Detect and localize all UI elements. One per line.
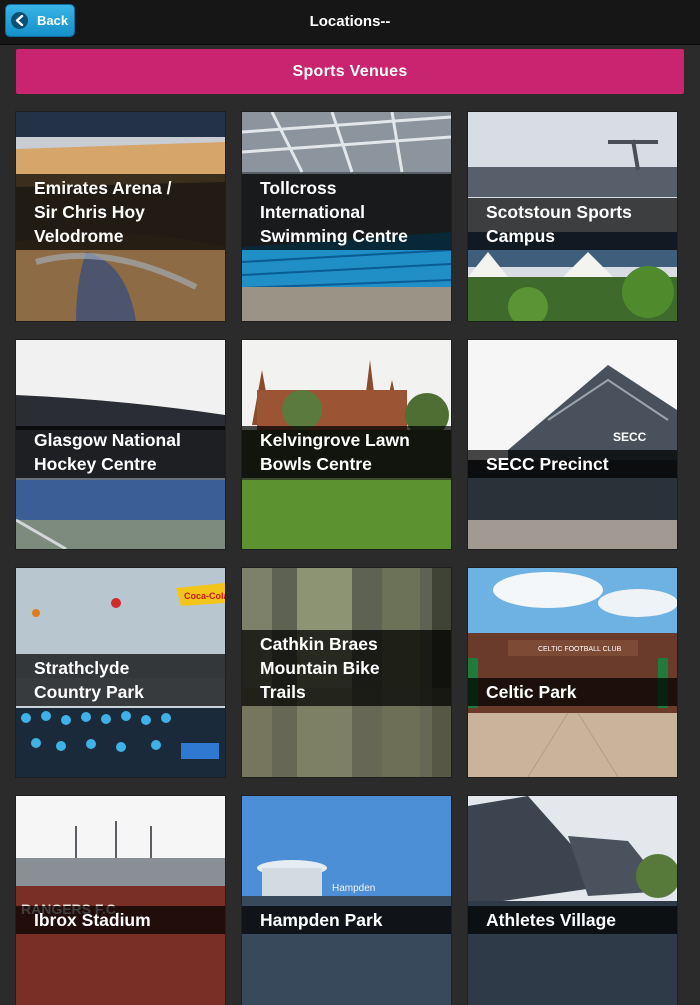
ibrox-photo: RANGERS F.C. — [16, 796, 225, 1005]
venue-tile-hampden[interactable]: Hampden Hampden Park — [242, 796, 451, 1005]
venue-label: Emirates Arena / Sir Chris Hoy Velodrome — [16, 174, 225, 250]
venue-label: Celtic Park — [468, 678, 677, 706]
hampden-photo: Hampden — [242, 796, 451, 1005]
svg-text:Hampden: Hampden — [332, 883, 375, 894]
venue-label: Cathkin Braes Mountain Bike Trails — [242, 630, 451, 706]
svg-text:Coca-Cola: Coca-Cola — [184, 591, 225, 601]
venue-tile-emirates-arena[interactable]: Emirates Arena / Sir Chris Hoy Velodrome — [16, 112, 225, 321]
section-header-sports-venues: Sports Venues — [16, 49, 684, 94]
venue-tile-strathclyde[interactable]: Coca-Cola Strathclyde Country Park — [16, 568, 225, 777]
athletes-village-photo — [468, 796, 677, 1005]
venue-tile-cathkin-braes[interactable]: Cathkin Braes Mountain Bike Trails — [242, 568, 451, 777]
svg-text:SECC: SECC — [613, 430, 647, 444]
venue-label: Glasgow National Hockey Centre — [16, 426, 225, 478]
venue-label: SECC Precinct — [468, 450, 677, 478]
celtic-park-photo: CELTIC FOOTBALL CLUB — [468, 568, 677, 777]
svg-text:CELTIC FOOTBALL CLUB: CELTIC FOOTBALL CLUB — [538, 646, 622, 653]
venue-label: Athletes Village — [468, 906, 677, 934]
venue-tile-ibrox[interactable]: RANGERS F.C. Ibrox Stadium — [16, 796, 225, 1005]
venue-tile-athletes-village[interactable]: Athletes Village — [468, 796, 677, 1005]
venue-tile-tollcross[interactable]: Tollcross International Swimming Centre — [242, 112, 451, 321]
venue-label: Ibrox Stadium — [16, 906, 225, 934]
venue-label: Kelvingrove Lawn Bowls Centre — [242, 426, 451, 478]
venue-tile-secc[interactable]: SECC SECC Precinct — [468, 340, 677, 549]
navigation-bar: Back Locations-- — [0, 0, 700, 45]
venue-tile-hockey-centre[interactable]: Glasgow National Hockey Centre — [16, 340, 225, 549]
venue-label: Hampden Park — [242, 906, 451, 934]
venue-label: Strathclyde Country Park — [16, 654, 225, 706]
venue-tile-kelvingrove[interactable]: Kelvingrove Lawn Bowls Centre — [242, 340, 451, 549]
venue-tile-scotstoun[interactable]: Scotstoun Sports Campus — [468, 112, 677, 321]
venue-label: Tollcross International Swimming Centre — [242, 174, 451, 250]
page-title: Locations-- — [309, 13, 391, 30]
venue-tile-celtic-park[interactable]: CELTIC FOOTBALL CLUB Celtic Park — [468, 568, 677, 777]
venue-label: Scotstoun Sports Campus — [468, 198, 677, 250]
secc-photo: SECC — [468, 340, 677, 549]
